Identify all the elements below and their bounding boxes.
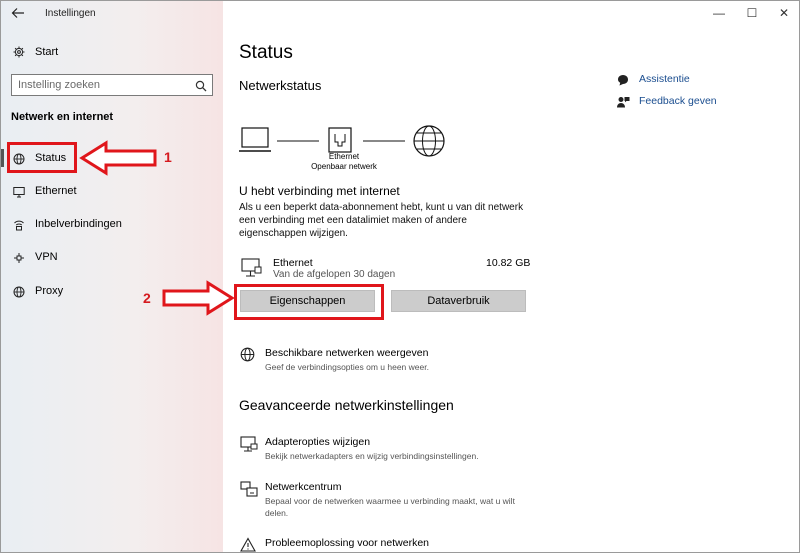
gear-icon [13,45,25,58]
close-button[interactable]: ✕ [775,5,793,21]
globe-icon [240,347,258,363]
search-input[interactable] [12,75,188,95]
laptop-icon [239,127,271,152]
troubleshoot-link[interactable]: Probleemoplossing voor netwerken [265,537,429,549]
connected-title: U hebt verbinding met internet [239,184,400,198]
network-center-icon [240,481,258,497]
help-icon [617,73,630,86]
active-indicator [1,149,4,167]
sidebar-item-label: Proxy [35,285,64,297]
warning-icon [240,537,258,552]
adapter-monitor-icon [240,436,258,452]
home-item[interactable]: Start [1,41,223,63]
minimize-button[interactable]: — [710,5,728,21]
ethernet-name: Ethernet [273,257,313,269]
sidebar-item-vpn[interactable]: VPN [1,242,223,272]
search-icon[interactable] [195,79,207,92]
diagram-label-ethernet: Ethernet [328,152,360,161]
vpn-icon [13,251,25,263]
section-label: Netwerk en internet [11,111,114,123]
globe-icon [413,125,445,157]
data-usage-button[interactable]: Dataverbruik [391,290,526,312]
annotation-box-2 [234,284,384,320]
back-arrow-icon[interactable] [11,6,25,20]
help-link[interactable]: Assistentie [639,73,690,85]
network-status-title: Netwerkstatus [239,78,322,93]
sidebar-item-dialup[interactable]: Inbelverbindingen [1,209,223,239]
dialup-icon [13,218,25,231]
feedback-icon [617,95,630,108]
feedback-link[interactable]: Feedback geven [639,95,717,107]
app-title: Instellingen [45,8,96,19]
adapter-options-link[interactable]: Adapteropties wijzigen [265,436,370,448]
adapter-options-description: Bekijk netwerkadapters en wijzig verbind… [265,451,479,461]
annotation-number-2: 2 [143,290,151,306]
ethernet-subtitle: Van de afgelopen 30 dagen [273,269,396,280]
settings-window: Instellingen Start Netwerk en internet S… [0,0,800,553]
network-center-link[interactable]: Netwerkcentrum [265,481,341,493]
ethernet-port-icon [328,127,352,153]
annotation-arrow-2 [162,280,235,316]
sidebar: Instellingen Start Netwerk en internet S… [1,1,223,552]
globe-icon [13,285,25,298]
sidebar-item-label: VPN [35,251,58,263]
advanced-settings-heading: Geavanceerde netwerkinstellingen [239,397,454,413]
available-networks-description: Geef de verbindingsopties om u heen weer… [265,362,429,372]
sidebar-item-ethernet[interactable]: Ethernet [1,176,223,206]
sidebar-item-label: Ethernet [35,185,77,197]
page-title: Status [239,42,293,63]
annotation-number-1: 1 [164,149,172,165]
search-box[interactable] [11,74,213,96]
ethernet-data-size: 10.82 GB [486,257,531,269]
ethernet-icon [241,258,263,278]
maximize-button[interactable]: ☐ [743,5,761,21]
sidebar-item-label: Inbelverbindingen [35,218,122,230]
diagram-label-network: Openbaar netwerk [311,162,377,171]
annotation-box-1 [7,142,77,173]
available-networks-link[interactable]: Beschikbare netwerken weergeven [265,347,428,359]
monitor-icon [13,185,25,198]
network-center-description: Bepaal voor de netwerken waarmee u verbi… [265,496,515,518]
annotation-arrow-1 [79,140,157,176]
home-label: Start [35,46,59,58]
connected-description: Als u een beperkt data-abonnement hebt, … [239,202,524,239]
